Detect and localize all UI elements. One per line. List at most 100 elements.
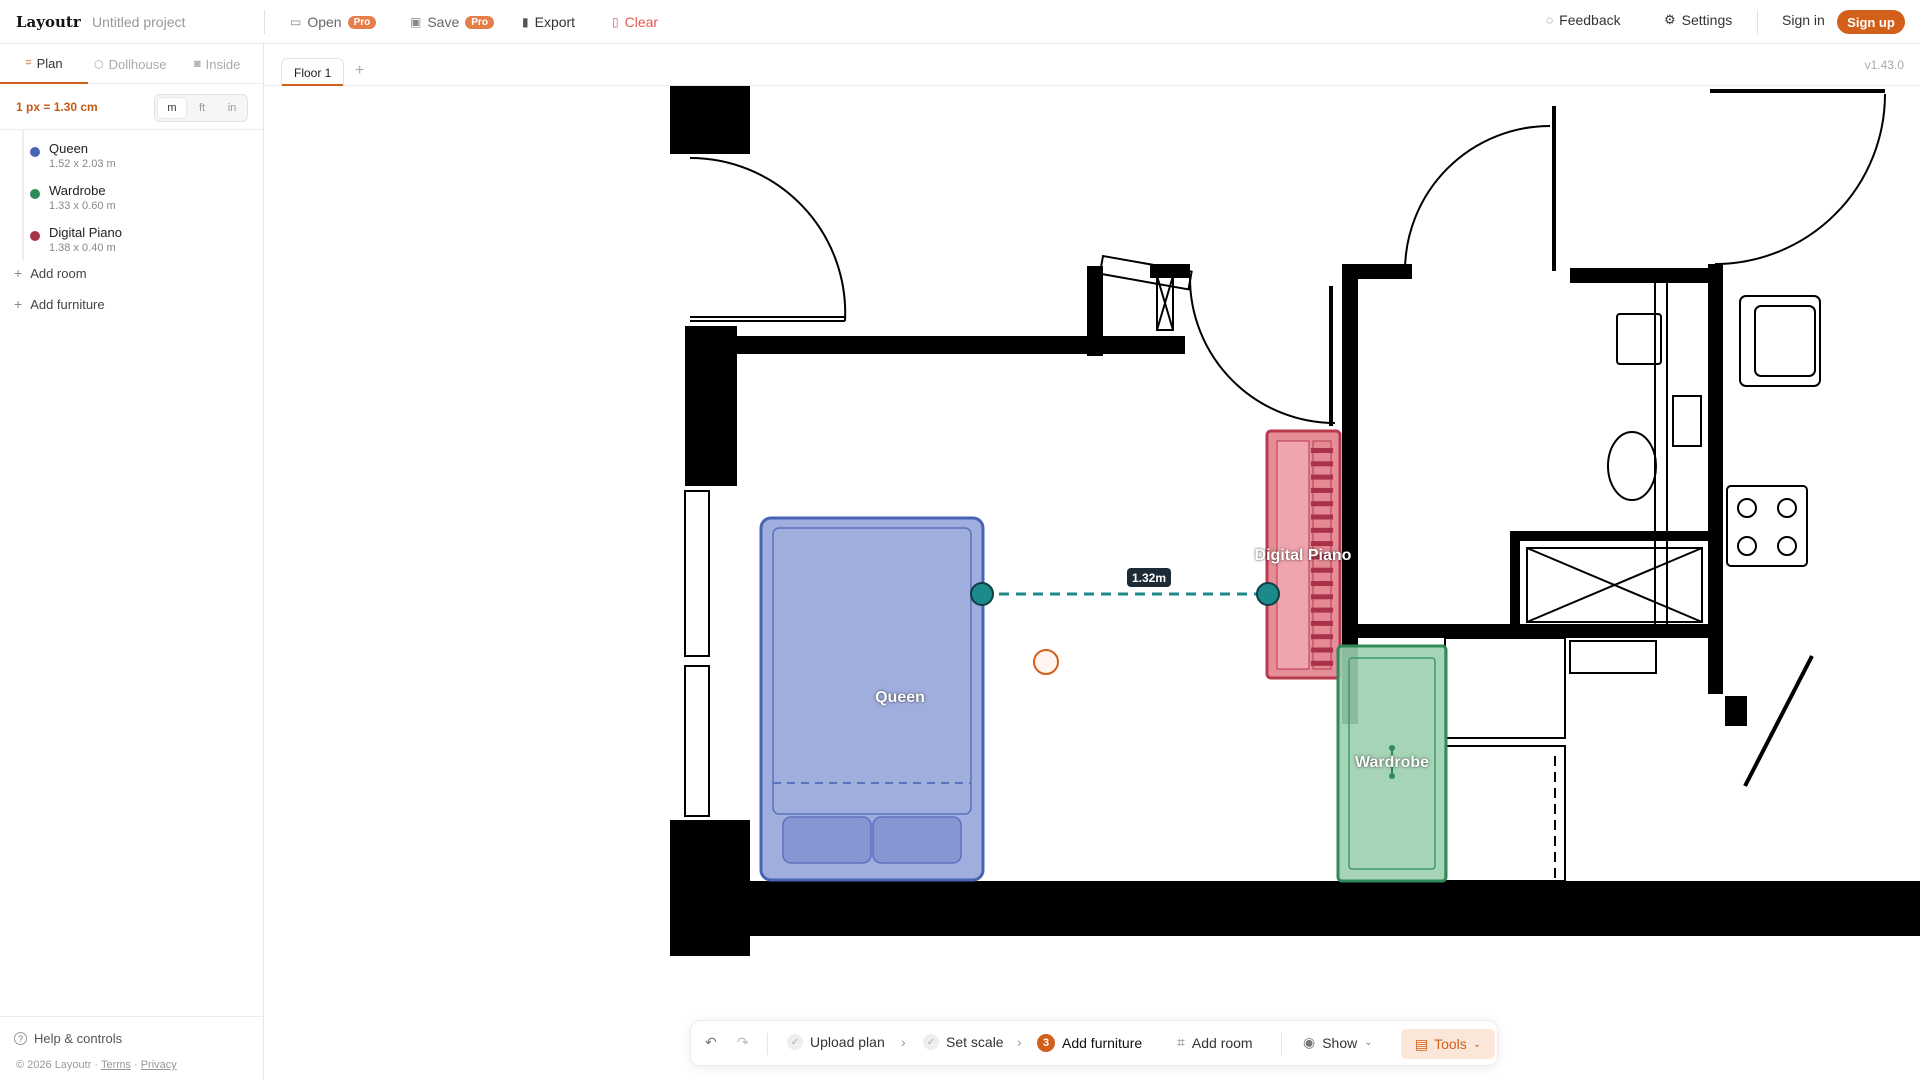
feedback-button[interactable]: ◌ Feedback bbox=[1546, 12, 1621, 28]
piano-key bbox=[1311, 620, 1333, 626]
unit-ft[interactable]: ft bbox=[188, 98, 216, 118]
scale-readout[interactable]: 1 px = 1.30 cm bbox=[16, 100, 98, 114]
plan-canvas[interactable]: Queen Digital Piano Wardrobe 1.32m bbox=[265, 86, 1920, 1080]
piano-key bbox=[1311, 567, 1333, 573]
unit-m[interactable]: m bbox=[158, 98, 186, 118]
signin-button[interactable]: Sign in bbox=[1782, 12, 1825, 28]
check-icon: ✓ bbox=[787, 1034, 803, 1050]
chevron-right-icon: › bbox=[901, 1034, 906, 1050]
add-room-label: Add room bbox=[30, 265, 87, 281]
terms-link[interactable]: Terms bbox=[101, 1059, 131, 1071]
plan-icon: ⌗ bbox=[25, 56, 32, 69]
add-room-label: Add room bbox=[1191, 1034, 1253, 1051]
tools-dropdown[interactable]: ▤ Tools ⌄ bbox=[1401, 1029, 1495, 1059]
queen-bed[interactable] bbox=[759, 516, 985, 882]
signin-label: Sign in bbox=[1782, 12, 1825, 28]
add-room-link[interactable]: + Add room bbox=[14, 265, 87, 281]
tab-inside[interactable]: ◙ Inside bbox=[194, 44, 240, 84]
question-icon: ? bbox=[14, 1032, 27, 1045]
unit-in[interactable]: in bbox=[218, 98, 246, 118]
save-icon: ▣ bbox=[410, 15, 422, 29]
workflow-toolbar: ↶ ↷ ✓ Upload plan › ✓ Set scale › 3 Add … bbox=[690, 1020, 1498, 1066]
furniture-item-queen[interactable]: Queen 1.52 x 2.03 m bbox=[30, 136, 230, 176]
settings-label: Settings bbox=[1681, 12, 1733, 28]
tab-label: Dollhouse bbox=[108, 56, 167, 72]
piano-key bbox=[1311, 634, 1333, 640]
piano-key bbox=[1311, 448, 1333, 453]
piano-key bbox=[1311, 474, 1333, 480]
tab-label: Inside bbox=[205, 56, 241, 72]
sidebar: ⌗ Plan ⬡ Dollhouse ◙ Inside 1 px = 1.30 … bbox=[0, 44, 264, 1080]
piano-key bbox=[1311, 607, 1333, 613]
project-name[interactable]: Untitled project bbox=[92, 14, 185, 30]
room-icon: ⌗ bbox=[1177, 1034, 1185, 1050]
app-logo: Layoutr bbox=[16, 13, 81, 31]
add-floor-button[interactable]: + bbox=[355, 62, 364, 80]
add-furniture-label: Add furniture bbox=[30, 296, 105, 312]
step-add-furniture[interactable]: 3 Add furniture bbox=[1037, 1034, 1142, 1052]
file-icon: ▮ bbox=[522, 15, 529, 29]
step-set-scale[interactable]: ✓ Set scale bbox=[923, 1034, 1004, 1050]
tab-dollhouse[interactable]: ⬡ Dollhouse bbox=[94, 44, 166, 84]
piano-key bbox=[1311, 541, 1333, 547]
chevron-down-icon: ⌄ bbox=[1364, 1037, 1373, 1048]
tab-plan[interactable]: ⌗ Plan bbox=[0, 44, 88, 84]
help-label: Help & controls bbox=[34, 1031, 123, 1046]
eye-icon: ◉ bbox=[1303, 1034, 1316, 1050]
step-upload-plan[interactable]: ✓ Upload plan bbox=[787, 1034, 885, 1050]
floor-plan-drawing bbox=[670, 86, 1920, 956]
furniture-item-wardrobe[interactable]: Wardrobe 1.33 x 0.60 m bbox=[30, 178, 230, 218]
signup-button[interactable]: Sign up bbox=[1837, 10, 1905, 34]
open-button[interactable]: ▭ Open Pro bbox=[290, 12, 377, 32]
copyright: © 2026 Layoutr · bbox=[16, 1059, 99, 1071]
folder-icon: ▭ bbox=[290, 15, 302, 29]
piano-key bbox=[1311, 660, 1333, 666]
divider bbox=[1757, 10, 1758, 34]
clear-label: Clear bbox=[624, 14, 659, 30]
piano-key bbox=[1311, 581, 1333, 586]
add-room-button[interactable]: ⌗ Add room bbox=[1177, 1034, 1253, 1051]
step-number: 3 bbox=[1037, 1034, 1055, 1052]
save-label: Save bbox=[427, 14, 460, 30]
color-dot bbox=[30, 189, 40, 199]
undo-icon: ↶ bbox=[705, 1034, 717, 1050]
camera-icon: ◙ bbox=[194, 58, 201, 70]
undo-button[interactable]: ↶ bbox=[705, 1034, 717, 1051]
divider bbox=[1281, 1033, 1282, 1055]
step-label: Add furniture bbox=[1062, 1035, 1143, 1051]
view-tabs: ⌗ Plan ⬡ Dollhouse ◙ Inside bbox=[0, 44, 264, 84]
show-label: Show bbox=[1322, 1034, 1358, 1051]
furniture-name: Wardrobe bbox=[49, 183, 106, 198]
furniture-name: Digital Piano bbox=[49, 225, 122, 240]
privacy-link[interactable]: Privacy bbox=[141, 1059, 177, 1071]
step-label: Set scale bbox=[946, 1034, 1004, 1050]
top-bar: Layoutr Untitled project ▭ Open Pro ▣ Sa… bbox=[0, 0, 1920, 44]
furniture-item-digital-piano[interactable]: Digital Piano 1.38 x 0.40 m bbox=[30, 220, 230, 260]
redo-button[interactable]: ↷ bbox=[737, 1034, 749, 1051]
tools-label: Tools bbox=[1434, 1036, 1467, 1052]
piano-label: Digital Piano bbox=[1254, 547, 1352, 564]
chat-icon: ◌ bbox=[1546, 13, 1554, 27]
floor-tab-1[interactable]: Floor 1 bbox=[281, 58, 345, 86]
export-button[interactable]: ▮ Export bbox=[522, 12, 575, 32]
chevron-down-icon: ⌄ bbox=[1472, 1038, 1482, 1050]
piano-key bbox=[1311, 527, 1333, 533]
plus-icon: + bbox=[14, 265, 23, 281]
color-dot bbox=[30, 231, 40, 241]
furniture-name: Queen bbox=[49, 141, 89, 156]
unit-switcher: m ft in bbox=[154, 94, 248, 122]
piano-key bbox=[1311, 647, 1333, 653]
settings-button[interactable]: ⚙ Settings bbox=[1664, 12, 1732, 28]
piano-key bbox=[1311, 514, 1333, 520]
trash-icon: ▯ bbox=[612, 15, 619, 29]
clear-button[interactable]: ▯ Clear bbox=[612, 12, 658, 32]
measurement-line[interactable] bbox=[970, 582, 1280, 606]
measurement-badge: 1.32m bbox=[1127, 568, 1172, 587]
furniture-dims: 1.38 x 0.40 m bbox=[49, 242, 116, 254]
add-furniture-link[interactable]: + Add furniture bbox=[14, 296, 105, 312]
save-button[interactable]: ▣ Save Pro bbox=[410, 12, 494, 32]
show-dropdown[interactable]: ◉ Show ⌄ bbox=[1303, 1034, 1373, 1051]
help-controls-link[interactable]: ? Help & controls bbox=[14, 1031, 122, 1046]
footer: © 2026 Layoutr · Terms · Privacy bbox=[16, 1059, 177, 1071]
version-label: v1.43.0 bbox=[1864, 58, 1904, 72]
